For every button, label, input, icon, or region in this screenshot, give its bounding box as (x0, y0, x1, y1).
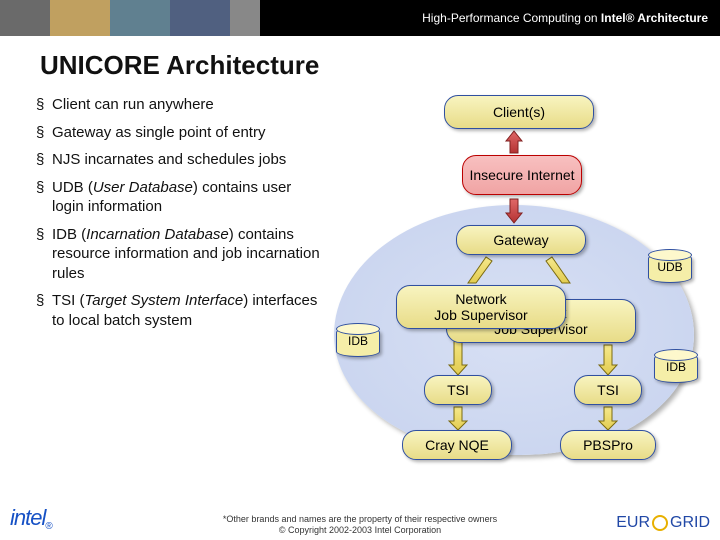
idb-cylinder-2: IDB (654, 353, 698, 393)
architecture-diagram: Client(s) Insecure Internet Gateway Netw… (326, 95, 706, 485)
tsi-box-1: TSI (424, 375, 492, 405)
gateway-box: Gateway (456, 225, 586, 255)
bullet-item: NJS incarnates and schedules jobs (36, 150, 326, 170)
bullet-list: Client can run anywhere Gateway as single… (36, 95, 326, 485)
bullet-item: UDB (User Database) contains user login … (36, 178, 326, 217)
idb-cylinder-1: IDB (336, 327, 380, 367)
bullet-item: Client can run anywhere (36, 95, 326, 115)
njs-box-1: NetworkJob Supervisor (396, 285, 566, 329)
header-chip-strip (0, 0, 260, 36)
batch-pbs-box: PBSPro (560, 430, 656, 460)
header-label: High-Performance Computing on Intel® Arc… (422, 11, 708, 25)
bullet-item: IDB (Incarnation Database) contains reso… (36, 225, 326, 284)
footer-text: *Other brands and names are the property… (0, 514, 720, 536)
header-prefix: High-Performance Computing on (422, 11, 601, 25)
header-bold: Intel® Architecture (601, 11, 708, 25)
globe-icon (652, 515, 668, 531)
slide-title: UNICORE Architecture (40, 50, 720, 81)
clients-box: Client(s) (444, 95, 594, 129)
tsi-box-2: TSI (574, 375, 642, 405)
bullet-item: Gateway as single point of entry (36, 123, 326, 143)
eurogrid-logo: EURGRID (616, 514, 710, 532)
content-row: Client can run anywhere Gateway as single… (0, 95, 720, 485)
header-bar: High-Performance Computing on Intel® Arc… (0, 0, 720, 36)
insecure-internet-box: Insecure Internet (462, 155, 582, 195)
udb-cylinder: UDB (648, 253, 692, 293)
bullet-item: TSI (Target System Interface) interfaces… (36, 291, 326, 330)
batch-cray-box: Cray NQE (402, 430, 512, 460)
